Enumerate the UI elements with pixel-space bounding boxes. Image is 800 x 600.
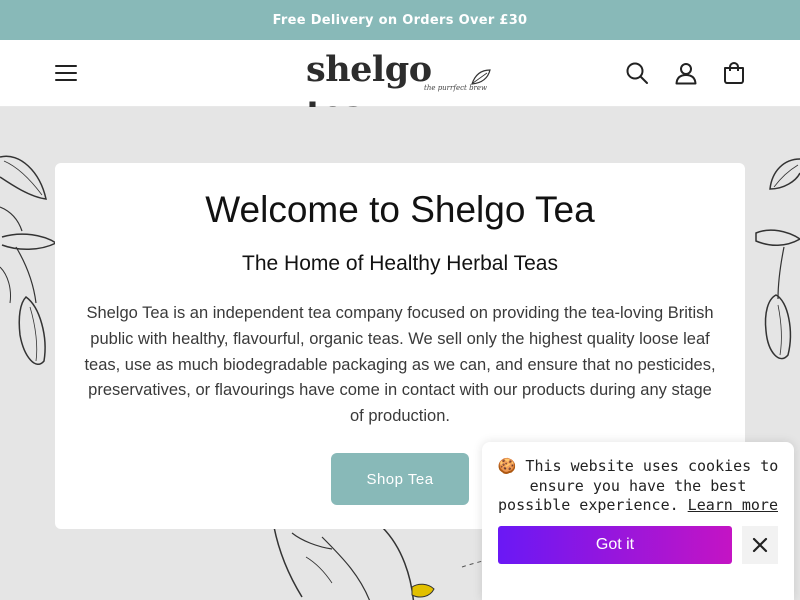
announcement-bar: Free Delivery on Orders Over £30	[0, 0, 800, 40]
botanical-illustration-right	[755, 158, 800, 360]
menu-icon	[55, 65, 77, 81]
botanical-illustration-left	[0, 155, 58, 365]
shop-tea-button[interactable]: Shop Tea	[331, 453, 469, 505]
site-logo[interactable]: shelgo tea the purrfect brew	[306, 48, 496, 134]
search-button[interactable]	[621, 57, 653, 89]
intro-text: Shelgo Tea is an independent tea company…	[84, 304, 716, 426]
account-button[interactable]	[670, 57, 702, 89]
announcement-text: Free Delivery on Orders Over £30	[272, 12, 528, 28]
menu-button[interactable]	[50, 57, 82, 89]
accept-cookies-button[interactable]: Got it	[498, 526, 732, 564]
cookie-message: 🍪 This website uses cookies to ensure yo…	[492, 457, 784, 516]
close-icon	[752, 537, 768, 553]
account-icon	[675, 63, 697, 85]
cart-button[interactable]	[718, 57, 750, 89]
site-header: shelgo tea the purrfect brew	[0, 40, 800, 134]
close-cookie-button[interactable]	[742, 526, 778, 564]
leaf-icon	[471, 69, 491, 85]
cart-icon	[724, 61, 744, 84]
cookie-banner: 🍪 This website uses cookies to ensure yo…	[482, 442, 794, 600]
cookie-icon: 🍪	[497, 457, 517, 475]
learn-more-link[interactable]: Learn more	[688, 496, 778, 514]
search-icon	[626, 62, 648, 84]
page-subtitle: The Home of Healthy Herbal Teas	[242, 252, 558, 275]
page-title: Welcome to Shelgo Tea	[205, 189, 595, 230]
